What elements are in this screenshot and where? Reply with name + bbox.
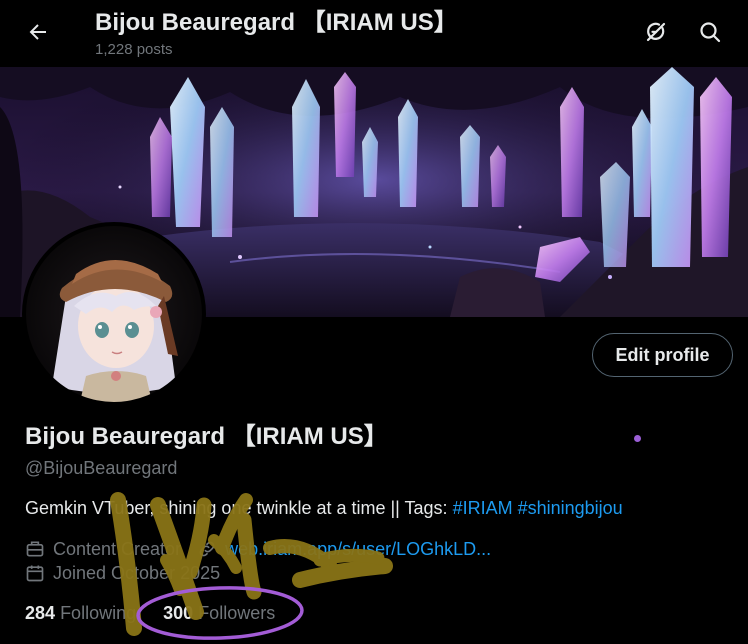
- follow-stats: 284 Following 300 Followers: [25, 601, 297, 625]
- calendar-icon: [25, 563, 45, 583]
- arrow-left-icon: [26, 20, 50, 49]
- bio-text: Gemkin VTuber, shining one twinkle at a …: [25, 498, 453, 518]
- user-handle: @BijouBeauregard: [25, 458, 178, 478]
- display-name: Bijou Beauregard 【IRIAM US】: [25, 423, 388, 450]
- joined-row: Joined October 2025: [25, 561, 236, 585]
- page-title: Bijou Beauregard 【IRIAM US】: [95, 9, 458, 36]
- grok-button[interactable]: [636, 14, 676, 54]
- joined-date: Joined October 2025: [53, 563, 221, 583]
- website-link[interactable]: web.iriam.app/s/user/LOGhkLD...: [225, 537, 491, 561]
- edit-profile-button[interactable]: Edit profile: [592, 333, 733, 377]
- bio: Gemkin VTuber, shining one twinkle at a …: [25, 496, 623, 520]
- followers-count: 300: [163, 603, 194, 623]
- category-label: Content Creator: [53, 539, 182, 559]
- search-button[interactable]: [690, 14, 730, 54]
- hashtag-iriam[interactable]: #IRIAM: [453, 498, 513, 518]
- category-item: Content Creator: [25, 537, 181, 561]
- hashtag-shiningbijou[interactable]: #shiningbijou: [518, 498, 623, 518]
- following-link[interactable]: 284 Following: [25, 601, 136, 625]
- post-count: 1,228 posts: [95, 41, 173, 58]
- back-button[interactable]: [18, 14, 58, 54]
- followers-link[interactable]: 300 Followers: [163, 601, 275, 625]
- followers-label: Followers: [198, 603, 276, 623]
- grok-icon: [644, 20, 668, 49]
- link-icon: [197, 539, 217, 559]
- following-label: Following: [60, 603, 137, 623]
- joined-item: Joined October 2025: [25, 561, 220, 585]
- briefcase-icon: [25, 539, 45, 559]
- profile-meta-row: Content Creator web.iriam.app/s/user/LOG…: [25, 537, 507, 561]
- annotation-dot: [634, 435, 641, 442]
- following-count: 284: [25, 603, 56, 623]
- search-icon: [698, 20, 722, 49]
- header-title-block: Bijou Beauregard 【IRIAM US】 1,228 posts: [95, 8, 458, 60]
- top-bar: Bijou Beauregard 【IRIAM US】 1,228 posts: [0, 0, 748, 67]
- website-item: web.iriam.app/s/user/LOGhkLD...: [197, 537, 491, 561]
- avatar-illustration: [26, 226, 202, 402]
- avatar[interactable]: [22, 222, 206, 406]
